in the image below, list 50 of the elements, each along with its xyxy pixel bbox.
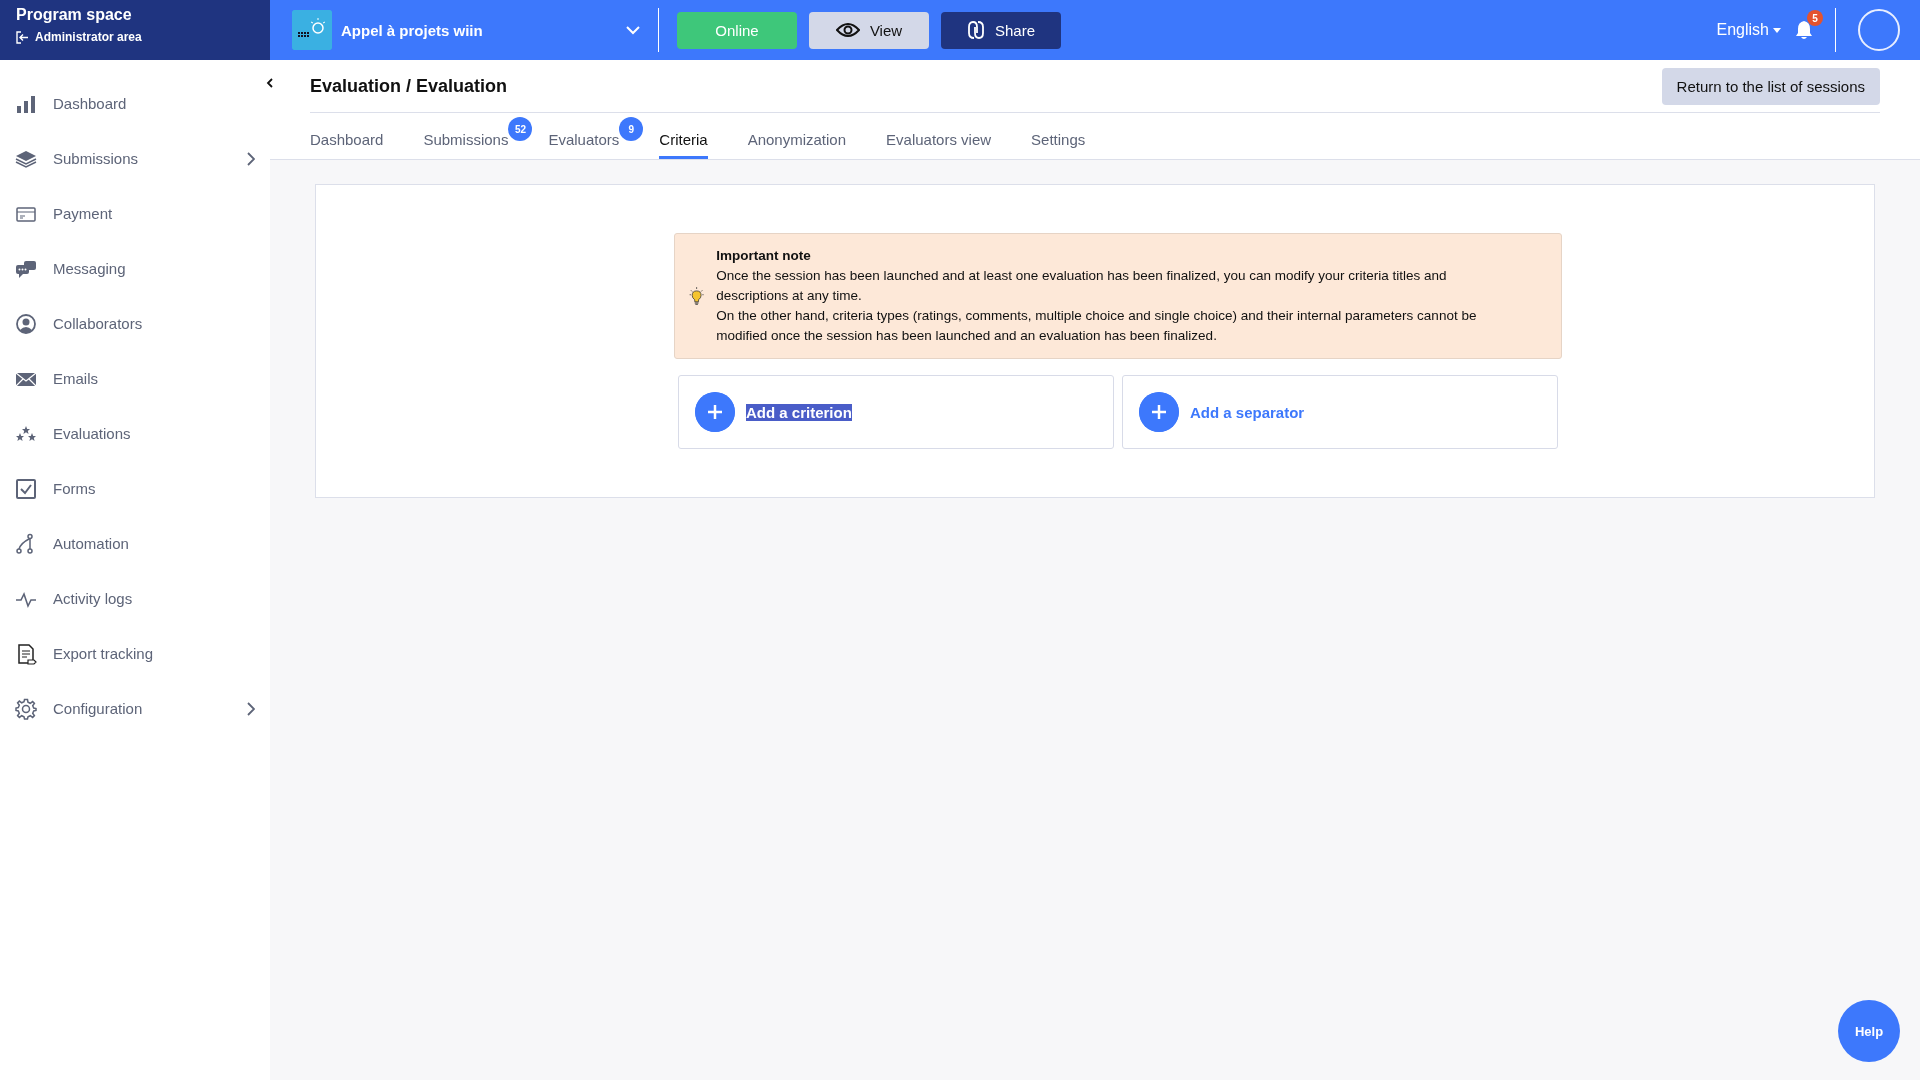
sidebar-item[interactable]: Automation [0,516,270,571]
sidebar-item[interactable]: Evaluations [0,406,270,461]
page-title: Evaluation / Evaluation [310,75,508,97]
chevron-down-icon [626,25,640,35]
tab[interactable]: Criteria [659,131,708,159]
note-paragraph: Once the session has been launched and at least one evaluation has been finalized, you can modify your criteria titles and descriptions at any time. [716,267,1448,305]
add-button[interactable]: Add a criterion [678,375,1114,449]
sidebar-item[interactable]: Configuration [0,681,270,736]
brand-title: Program space [16,6,133,24]
gear-icon [15,697,37,720]
plus-icon [1139,392,1179,432]
count-badge: 52 [508,117,533,141]
count-badge: 9 [619,117,644,141]
tab[interactable]: Settings [1031,131,1086,159]
eye-icon [835,22,860,38]
project-selector[interactable]: Appel à projets wiin [292,10,640,50]
tab[interactable]: Evaluators [548,131,620,159]
link-icon [967,20,985,40]
doc-icon [15,642,37,665]
sidebar-item[interactable]: Collaborators [0,296,270,351]
help-button[interactable]: Help [1838,1000,1900,1062]
user-icon [15,312,37,335]
sidebar-item[interactable]: Submissions [0,131,270,186]
note-paragraph: On the other hand, criteria types (ratings, comments, multiple choice and single choice) and their internal parameters cannot be modified once the session has been launched and an evaluation has been finalized. [716,307,1478,345]
sidebar-item[interactable]: Messaging [0,241,270,296]
avatar-circle[interactable] [1858,9,1900,51]
chevron-left-icon [265,78,273,88]
sidebar-item[interactable]: Payment [0,186,270,241]
bell-icon[interactable] [1795,20,1813,40]
share-button[interactable]: Share [941,11,1061,49]
plus-icon [695,392,735,432]
sidebar-item[interactable]: Export tracking [0,626,270,681]
add-button[interactable]: Add a separator [1122,375,1558,449]
sidebar-item[interactable]: Activity logs [0,571,270,626]
sidebar-item[interactable]: Forms [0,461,270,516]
sidebar-item[interactable]: Dashboard [0,76,270,131]
check-icon [15,477,37,500]
tab[interactable]: Anonymization [747,131,847,159]
tab[interactable]: Submissions [423,131,509,159]
notification-badge: 5 [1807,10,1823,26]
sidebar-item[interactable]: Emails [0,351,270,406]
note-title: Important note [716,247,812,265]
tab[interactable]: Evaluators view [886,131,992,159]
return-button[interactable]: Return to the list of sessions [1661,67,1880,105]
exit-icon [16,30,29,44]
caret-icon [1773,27,1781,33]
tab[interactable]: Dashboard [310,131,384,159]
admin-link[interactable]: Administrator area [16,30,254,44]
view-button[interactable]: View [809,11,929,49]
language-dropdown[interactable]: English [1716,21,1781,39]
